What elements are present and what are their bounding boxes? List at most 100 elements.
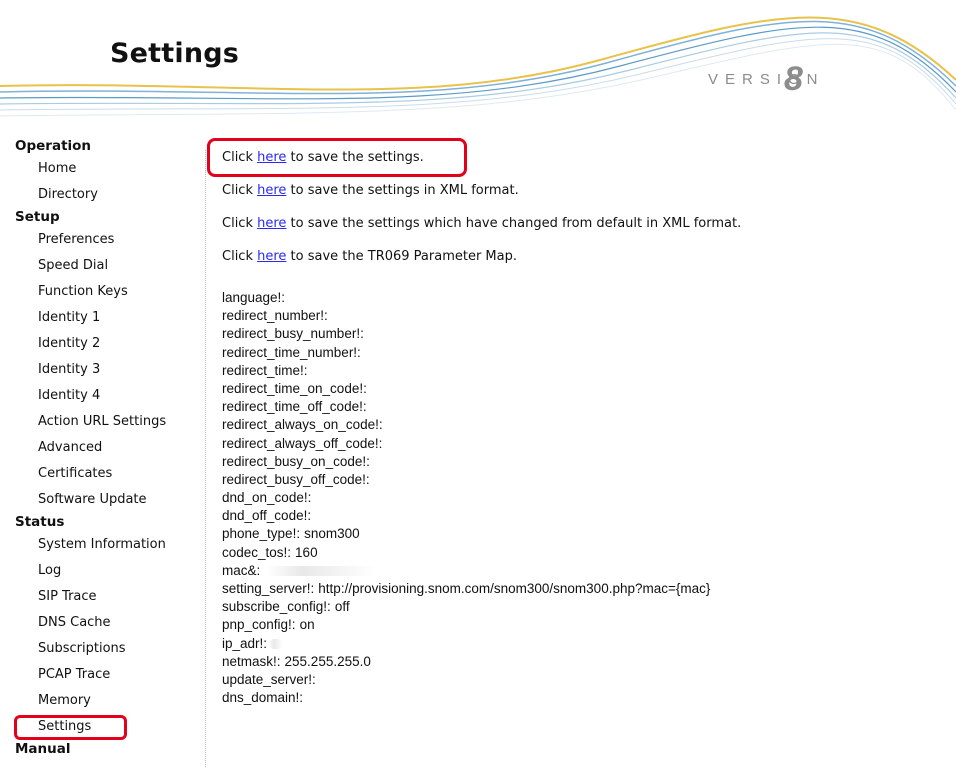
sidebar-item-log[interactable]: Log [0,558,200,584]
setting-key: redirect_busy_off_code!: [222,471,370,487]
setting-value: 160 [295,544,318,560]
setting-key: dns_domain!: [222,690,304,706]
page-header: Settings VERSION 8 [0,0,956,130]
setting-key: ip_adr!: [222,635,268,651]
sidebar-item-memory[interactable]: Memory [0,688,200,714]
setting-key: redirect_busy_number!: [222,326,364,342]
sidebar-item-system-information[interactable]: System Information [0,532,200,558]
save-link-line: Click here to save the settings which ha… [222,215,942,248]
version-label: VERSION [708,71,825,88]
sidebar-item-subscriptions[interactable]: Subscriptions [0,636,200,662]
page-title: Settings [110,38,240,69]
setting-value: snom300 [304,526,360,542]
setting-row: redirect_time!: [222,362,942,380]
save-link-line: Click here to save the settings in XML f… [222,182,942,215]
save-link-suffix: to save the TR069 Parameter Map. [286,249,518,264]
setting-row: update_server!: [222,671,942,689]
save-link-line: Click here to save the settings. [207,138,942,182]
sidebar-item-action-url-settings[interactable]: Action URL Settings [0,409,200,435]
save-link-prefix: Click [222,183,258,198]
setting-key: redirect_time!: [222,362,308,378]
sidebar-item-advanced[interactable]: Advanced [0,435,200,461]
save-link-line: Click here to save the TR069 Parameter M… [222,248,942,281]
sidebar-item-directory[interactable]: Directory [0,182,200,208]
setting-key: update_server!: [222,671,316,687]
sidebar-item-speed-dial[interactable]: Speed Dial [0,253,200,279]
setting-row: dnd_on_code!: [222,489,942,507]
setting-row: redirect_time_on_code!: [222,380,942,398]
sidebar-nav: Operation Home Directory Setup Preferences Sp… [0,137,200,759]
setting-key: phone_type!: [222,526,301,542]
setting-key: language!: [222,290,286,305]
save-link-prefix: Click [222,216,258,231]
setting-row: redirect_busy_number!: [222,325,942,343]
sidebar-item-certificates[interactable]: Certificates [0,461,200,487]
save-link-here[interactable]: here [257,183,286,198]
setting-row: pnp_config!: on [222,616,942,634]
sidebar-item-identity-2[interactable]: Identity 2 [0,331,200,357]
setting-key: redirect_busy_on_code!: [222,453,370,469]
setting-row: subscribe_config!: off [222,598,942,616]
setting-row: redirect_busy_off_code!: [222,471,942,489]
main-content: Click here to save the settings. Click he… [207,138,942,707]
settings-list: language!: redirect_number!: redirect_busy… [222,289,942,707]
setting-row: redirect_number!: [222,307,942,325]
setting-row: dns_domain!: [222,689,942,707]
redacted-value [266,566,377,577]
setting-value: on [299,617,315,633]
setting-row: ip_adr!: [222,635,942,653]
setting-key: dnd_on_code!: [222,490,312,506]
setting-key: redirect_number!: [222,308,328,324]
sidebar-item-preferences[interactable]: Preferences [0,227,200,253]
nav-group-status: Status [15,514,65,530]
sidebar-item-home[interactable]: Home [0,156,200,182]
setting-row: codec_tos!: 160 [222,544,942,562]
setting-key: redirect_time_number!: [222,344,361,360]
sidebar-item-function-keys[interactable]: Function Keys [0,279,200,305]
save-link-suffix: to save the settings which have changed … [286,216,742,231]
setting-key: subscribe_config!: [222,599,331,615]
setting-key: redirect_time_on_code!: [222,380,367,396]
save-link-prefix: Click [222,150,258,165]
redacted-value [269,639,284,649]
save-link-here[interactable]: here [257,150,286,165]
sidebar-item-pcap-trace[interactable]: PCAP Trace [0,662,200,688]
save-link-here[interactable]: here [257,216,286,231]
sidebar-divider [205,150,206,767]
setting-value: http://provisioning.snom.com/snom300/sno… [318,581,711,596]
setting-row: redirect_time_number!: [222,344,942,362]
sidebar-item-identity-3[interactable]: Identity 3 [0,357,200,383]
setting-row: redirect_busy_on_code!: [222,453,942,471]
nav-group-setup: Setup [15,209,60,225]
sidebar-item-sip-trace[interactable]: SIP Trace [0,584,200,610]
setting-key: redirect_always_off_code!: [222,435,383,451]
nav-group-operation: Operation [15,138,92,154]
setting-key: redirect_always_on_code!: [222,417,383,433]
setting-key: codec_tos!: [222,544,292,560]
sidebar-item-settings[interactable]: Settings [0,714,200,740]
sidebar-item-dns-cache[interactable]: DNS Cache [0,610,200,636]
save-links: Click here to save the settings. Click he… [207,138,942,281]
setting-value: off [334,599,350,615]
sidebar-item-identity-1[interactable]: Identity 1 [0,305,200,331]
setting-row: dnd_off_code!: [222,507,942,525]
setting-row: mac&: [222,562,942,580]
setting-row: redirect_always_on_code!: [222,416,942,434]
setting-row: redirect_time_off_code!: [222,398,942,416]
setting-row: redirect_always_off_code!: [222,435,942,453]
nav-group-manual: Manual [15,741,71,757]
setting-key: setting_server!: [222,581,315,596]
setting-key: mac&: [222,562,261,578]
sidebar-item-software-update[interactable]: Software Update [0,487,200,513]
setting-row: netmask!: 255.255.255.0 [222,653,942,671]
setting-row: language!: [222,289,942,307]
setting-key: redirect_time_off_code!: [222,399,367,415]
setting-value: 255.255.255.0 [284,653,371,669]
setting-key: dnd_off_code!: [222,508,312,524]
save-link-suffix: to save the settings. [286,150,424,165]
save-link-suffix: to save the settings in XML format. [286,183,519,198]
save-link-here[interactable]: here [257,249,286,264]
setting-row: phone_type!: snom300 [222,525,942,543]
sidebar-item-identity-4[interactable]: Identity 4 [0,383,200,409]
setting-row: setting_server!: http://provisioning.snom… [222,580,942,598]
